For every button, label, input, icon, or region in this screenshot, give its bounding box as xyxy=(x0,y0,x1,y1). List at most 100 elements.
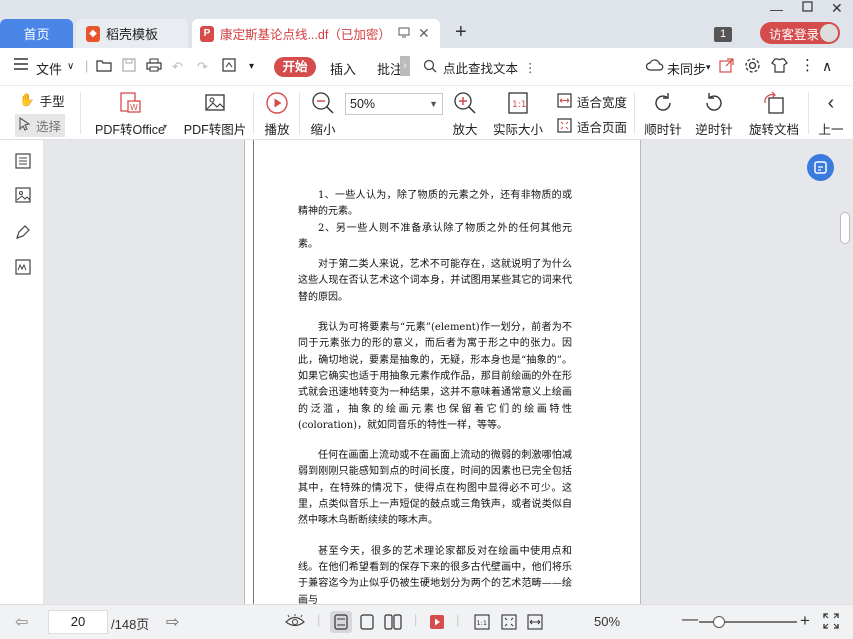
skin-icon[interactable] xyxy=(771,57,788,77)
thumbnail-icon[interactable] xyxy=(14,186,32,204)
settings-gear-icon[interactable] xyxy=(744,57,761,77)
zoom-slider-handle[interactable] xyxy=(713,616,725,628)
maximize-icon[interactable] xyxy=(802,0,813,15)
more-icon[interactable]: ⋮ xyxy=(800,56,815,74)
collapse-ribbon-icon[interactable]: ∧ xyxy=(822,58,832,75)
open-folder-icon[interactable] xyxy=(96,58,112,75)
continuous-view-button[interactable] xyxy=(356,611,378,633)
pdf-file-icon: P xyxy=(200,25,214,42)
rotate-clockwise-button[interactable]: 顺时针 xyxy=(644,90,682,138)
actual-size-icon: 1:1 xyxy=(507,90,529,116)
scroll-right-icon[interactable]: › xyxy=(400,56,410,76)
cloud-sync-icon[interactable] xyxy=(645,58,664,75)
title-bar: 首页 ◆ 稻壳模板 P 康定斯基论点线...df（已加密） ✕ + — ✕ 1 … xyxy=(0,0,853,48)
save-icon[interactable] xyxy=(122,58,136,75)
pdf-to-image-button[interactable]: PDF转图片 xyxy=(184,90,246,138)
zoom-slider[interactable] xyxy=(699,616,797,628)
fit-page-icon xyxy=(557,117,572,136)
share-icon[interactable] xyxy=(719,58,734,76)
new-tab-button[interactable]: + xyxy=(455,21,467,44)
fit-page-status-button[interactable] xyxy=(498,611,520,633)
actual-size-label: 实际大小 xyxy=(492,123,543,137)
visitor-login-label: 访客登录 xyxy=(769,27,820,42)
pdf-to-office-dropdown-icon[interactable]: ▾ xyxy=(163,122,167,131)
annotation-pen-icon[interactable] xyxy=(14,223,32,241)
zoom-out-button[interactable]: 缩小 xyxy=(308,90,338,138)
redo-icon[interactable]: ↷ xyxy=(197,59,208,75)
zoom-percentage[interactable]: 50% xyxy=(594,614,620,629)
export-icon[interactable] xyxy=(222,58,236,75)
play-slideshow-button[interactable] xyxy=(426,611,448,633)
search-box[interactable]: 点此查找文本 ⋮ xyxy=(423,58,537,77)
minimize-icon[interactable]: — xyxy=(770,2,783,17)
docer-logo-icon: ◆ xyxy=(86,25,100,42)
close-window-icon[interactable]: ✕ xyxy=(831,0,843,17)
tab-home[interactable]: 首页 xyxy=(0,19,73,48)
select-tool-button[interactable]: 选择 xyxy=(15,114,66,137)
fit-page-button[interactable]: 适合页面 xyxy=(557,117,627,136)
pdf-to-office-label: PDF转Office xyxy=(95,123,165,137)
ribbon-toolbar: ✋ 手型 选择 W PDF转Office ▾ PDF转图片 播放 缩小 50% … xyxy=(0,86,853,140)
fit-page-label: 适合页面 xyxy=(577,121,628,135)
page-number-input[interactable]: 20 xyxy=(48,610,108,634)
zoom-out-minus-icon[interactable]: — xyxy=(682,611,698,629)
window-icon[interactable] xyxy=(398,26,410,41)
ai-assistant-button[interactable] xyxy=(807,154,834,181)
tab-insert[interactable]: 插入 xyxy=(330,59,356,78)
eye-protection-icon[interactable] xyxy=(285,613,305,632)
divider: | xyxy=(317,612,321,627)
zoom-in-plus-icon[interactable]: + xyxy=(800,611,810,631)
undo-icon[interactable]: ↶ xyxy=(172,59,183,75)
document-viewer[interactable]: 1、一些人认为，除了物质的元素之外，还有非物质的或精神的元素。 2、另一些人则不… xyxy=(44,140,853,604)
select-tool-label: 选择 xyxy=(36,120,62,134)
pdf-to-image-icon xyxy=(203,90,227,116)
tab-start[interactable]: 开始 xyxy=(274,57,316,77)
chevron-down-icon: ▼ xyxy=(429,99,438,109)
total-pages: /148页 xyxy=(111,617,150,632)
page-edge-line xyxy=(253,140,255,604)
divider: | xyxy=(414,612,418,627)
print-icon[interactable] xyxy=(146,58,162,75)
rotate-counterclockwise-button[interactable]: 逆时针 xyxy=(695,90,733,138)
zoom-level-select[interactable]: 50% ▼ xyxy=(345,93,443,115)
divider xyxy=(80,92,81,134)
previous-page-icon[interactable]: ⇦ xyxy=(15,612,28,632)
sync-dropdown-icon[interactable]: ▾ xyxy=(706,62,711,73)
kebab-menu-icon[interactable]: ⋮ xyxy=(524,60,537,75)
fit-width-status-button[interactable] xyxy=(524,611,546,633)
zoom-in-button[interactable]: 放大 xyxy=(450,90,480,138)
next-page-icon[interactable]: ⇨ xyxy=(166,612,179,632)
close-tab-icon[interactable]: ✕ xyxy=(418,25,430,42)
chevron-down-icon[interactable]: ∨ xyxy=(67,61,74,72)
svg-text:1:1: 1:1 xyxy=(512,100,526,110)
tab-document[interactable]: P 康定斯基论点线...df（已加密） ✕ xyxy=(192,19,440,48)
rotate-clockwise-icon xyxy=(651,90,675,116)
signature-icon[interactable] xyxy=(14,258,32,276)
vertical-scrollbar[interactable] xyxy=(840,212,850,244)
outline-icon[interactable] xyxy=(14,152,32,170)
paragraph: 甚至今天，很多的艺术理论家都反对在绘画中使用点和线。在他们希望看到的保存下来的很… xyxy=(298,545,572,604)
left-sidebar xyxy=(0,140,44,604)
play-button[interactable]: 播放 xyxy=(262,90,292,138)
workspace-count-badge[interactable]: 1 xyxy=(714,27,732,42)
pdf-to-office-button[interactable]: W PDF转Office xyxy=(92,90,168,138)
paragraph: 任何在画面上流动或不在画面上流动的微弱的刺激哪怕减弱到刚刚只能感知到点的时间长度… xyxy=(298,450,572,527)
previous-button[interactable]: ‹ 上一 xyxy=(816,90,846,138)
actual-size-status-button[interactable]: 1:1 xyxy=(471,611,493,633)
tab-template[interactable]: ◆ 稻壳模板 xyxy=(76,19,188,48)
fit-width-button[interactable]: 适合宽度 xyxy=(557,92,627,111)
two-page-view-button[interactable] xyxy=(382,611,404,633)
single-page-view-button[interactable] xyxy=(330,611,352,633)
divider: | xyxy=(456,612,460,627)
actual-size-button[interactable]: 1:1 实际大小 xyxy=(491,90,545,138)
file-menu[interactable]: 文件 xyxy=(36,59,62,78)
zoom-out-label: 缩小 xyxy=(310,123,336,137)
fullscreen-icon[interactable] xyxy=(823,613,839,632)
rotate-document-button[interactable]: 旋转文档 xyxy=(748,90,800,138)
hamburger-icon[interactable] xyxy=(14,58,28,73)
hand-tool-button[interactable]: ✋ 手型 xyxy=(19,91,65,110)
visitor-login-button[interactable]: 访客登录 xyxy=(760,22,840,44)
zoom-level-value: 50% xyxy=(350,97,376,111)
more-dropdown-icon[interactable]: ▾ xyxy=(249,61,254,72)
sync-status[interactable]: 未同步 xyxy=(667,59,706,78)
